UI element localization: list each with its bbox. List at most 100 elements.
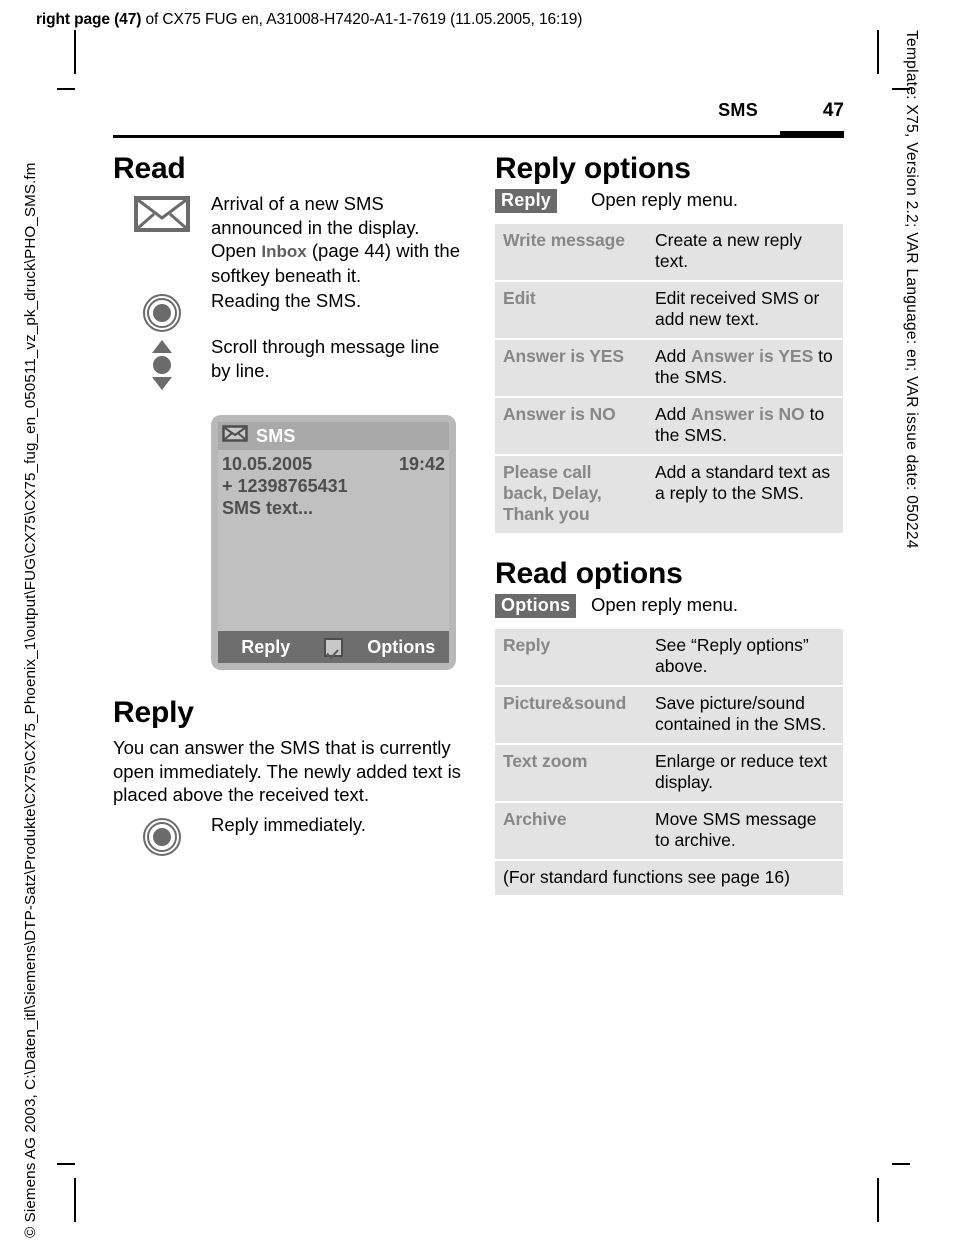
phone-softkey-center[interactable]: [313, 631, 354, 663]
option-value-inline-key: Answer is YES: [691, 346, 814, 366]
option-value-text: See “Reply options” above.: [655, 635, 809, 676]
phone-display-mockup: SMS 10.05.2005 19:42 + 12398765431 SMS t…: [211, 415, 456, 670]
table-row: Please call back, Delay, Thank you Add a…: [495, 456, 843, 533]
options-badge-description: Open reply menu.: [591, 594, 739, 615]
key-row-reply-immediately: Reply immediately.: [113, 813, 463, 857]
option-value: Save picture/sound contained in the SMS.: [647, 687, 843, 743]
phone-line-sender: + 12398765431: [222, 476, 445, 497]
table-row: Picture&sound Save picture/sound contain…: [495, 687, 843, 743]
option-key: Picture&sound: [495, 687, 647, 743]
joystick-press-icon: [113, 813, 211, 857]
crop-mark-bottom-left-horizontal: [57, 1163, 75, 1165]
right-column: Reply options Reply Open reply menu. Wri…: [495, 152, 843, 909]
table-row: Archive Move SMS message to archive.: [495, 803, 843, 859]
table-row: Edit Edit received SMS or add new text.: [495, 282, 843, 338]
phone-line-datetime: 10.05.2005 19:42: [222, 454, 445, 475]
page-number: 47: [822, 100, 844, 121]
phone-titlebar: SMS: [218, 422, 449, 450]
option-key: Reply: [495, 629, 647, 685]
option-value-text: Enlarge or reduce text display.: [655, 751, 828, 792]
joystick-scroll-icon: [113, 335, 211, 391]
table-row-footnote: (For standard functions see page 16): [495, 861, 843, 895]
softkey-badge-options[interactable]: Options: [495, 594, 577, 618]
table-row: Answer is YES Add Answer is YES to the S…: [495, 340, 843, 396]
print-job-line-rest: of CX75 FUG en, A31008-H7420-A1-1-7619 (…: [141, 11, 583, 28]
reply-options-table-body: Write message Create a new reply text. E…: [495, 224, 843, 533]
key-row-scroll: Scroll through message line by line.: [113, 335, 463, 391]
option-value: Add Answer is NO to the SMS.: [647, 398, 843, 454]
option-value: Create a new reply text.: [647, 224, 843, 280]
softkey-badge-reply[interactable]: Reply: [495, 189, 558, 213]
option-value: Edit received SMS or add new text.: [647, 282, 843, 338]
option-value: Add a standard text as a reply to the SM…: [647, 456, 843, 533]
read-options-badge-row: Options Open reply menu.: [495, 593, 843, 618]
phone-sender: + 12398765431: [222, 476, 348, 496]
reply-paragraph: You can answer the SMS that is currently…: [113, 737, 461, 805]
option-key: Text zoom: [495, 745, 647, 801]
crop-mark-top-left-vertical: [74, 30, 76, 74]
option-value-text: Save picture/sound contained in the SMS.: [655, 693, 827, 734]
option-key: Answer is NO: [495, 398, 647, 454]
option-value-text: Add: [655, 346, 691, 366]
option-value: Move SMS message to archive.: [647, 803, 843, 859]
phone-softkey-reply[interactable]: Reply: [218, 631, 314, 663]
table-row: Reply See “Reply options” above.: [495, 629, 843, 685]
option-value-text: Add a standard text as a reply to the SM…: [655, 462, 831, 503]
phone-date: 10.05.2005: [222, 454, 313, 474]
section-heading-read-options: Read options: [495, 557, 683, 590]
key-row-read-sms-text: Reading the SMS.: [211, 290, 362, 311]
crop-mark-top-right-vertical: [877, 30, 879, 74]
reply-options-table: Write message Create a new reply text. E…: [495, 222, 843, 535]
section-heading-reply-options: Reply options: [495, 152, 691, 185]
option-value-text: Move SMS message to archive.: [655, 809, 817, 850]
phone-title-text: SMS: [256, 425, 296, 446]
header-rule: [113, 135, 844, 138]
read-options-footnote: (For standard functions see page 16): [495, 861, 843, 895]
option-value: Enlarge or reduce text display.: [647, 745, 843, 801]
phone-line-body: SMS text...: [222, 498, 445, 519]
crop-mark-bottom-left-vertical: [74, 1178, 76, 1222]
phone-screen: SMS 10.05.2005 19:42 + 12398765431 SMS t…: [218, 422, 449, 663]
crop-mark-bottom-right-vertical: [877, 1178, 879, 1222]
margin-note-left: © Siemens AG 2003, C:\Daten_itl\Siemens\…: [22, 162, 39, 1238]
option-value: Add Answer is YES to the SMS.: [647, 340, 843, 396]
phone-body-text: SMS text...: [222, 498, 314, 518]
checkbox-checked-icon: [324, 637, 343, 657]
option-key: Answer is YES: [495, 340, 647, 396]
option-value: See “Reply options” above.: [647, 629, 843, 685]
print-job-line: right page (47) of CX75 FUG en, A31008-H…: [36, 10, 916, 29]
margin-note-right: Template: X75, Version 2.2; VAR Language…: [903, 30, 920, 549]
left-column: Read Arrival of a new SMS announced in t…: [113, 152, 463, 859]
crop-mark-top-left-horizontal: [57, 88, 75, 90]
phone-time: 19:42: [398, 454, 445, 474]
table-row: Answer is NO Add Answer is NO to the SMS…: [495, 398, 843, 454]
crop-mark-bottom-right-horizontal: [892, 1163, 910, 1165]
page-header: SMS 47: [113, 100, 844, 136]
reply-badge-slot: Reply: [495, 189, 591, 213]
key-row-new-sms-text: Arrival of a new SMS announced in the di…: [211, 192, 463, 287]
table-row: Text zoom Enlarge or reduce text display…: [495, 745, 843, 801]
chapter-title: SMS: [718, 100, 758, 120]
option-key: Write message: [495, 224, 647, 280]
section-heading-read: Read: [113, 152, 186, 185]
phone-softkey-bar: Reply Options: [218, 631, 449, 663]
option-value-text: Create a new reply text.: [655, 230, 802, 271]
table-row: Write message Create a new reply text.: [495, 224, 843, 280]
reply-badge-description: Open reply menu.: [591, 189, 739, 210]
option-value-inline-key: Answer is NO: [691, 404, 805, 424]
print-job-line-bold: right page (47): [36, 11, 142, 28]
options-badge-slot: Options: [495, 594, 591, 618]
option-value-text: Add: [655, 404, 691, 424]
section-heading-reply: Reply: [113, 696, 194, 729]
header-page-number-block: [780, 131, 844, 138]
reply-options-badge-row: Reply Open reply menu.: [495, 188, 843, 213]
screen-key-inbox: Inbox: [261, 242, 307, 261]
read-options-table: Reply See “Reply options” above. Picture…: [495, 627, 843, 897]
option-value-text: Edit received SMS or add new text.: [655, 288, 820, 329]
joystick-press-icon: [113, 289, 211, 333]
option-key: Archive: [495, 803, 647, 859]
key-row-scroll-text: Scroll through message line by line.: [211, 336, 440, 381]
read-options-table-body: Reply See “Reply options” above. Picture…: [495, 629, 843, 895]
key-row-read-sms: Reading the SMS.: [113, 289, 463, 333]
phone-softkey-options[interactable]: Options: [353, 631, 449, 663]
